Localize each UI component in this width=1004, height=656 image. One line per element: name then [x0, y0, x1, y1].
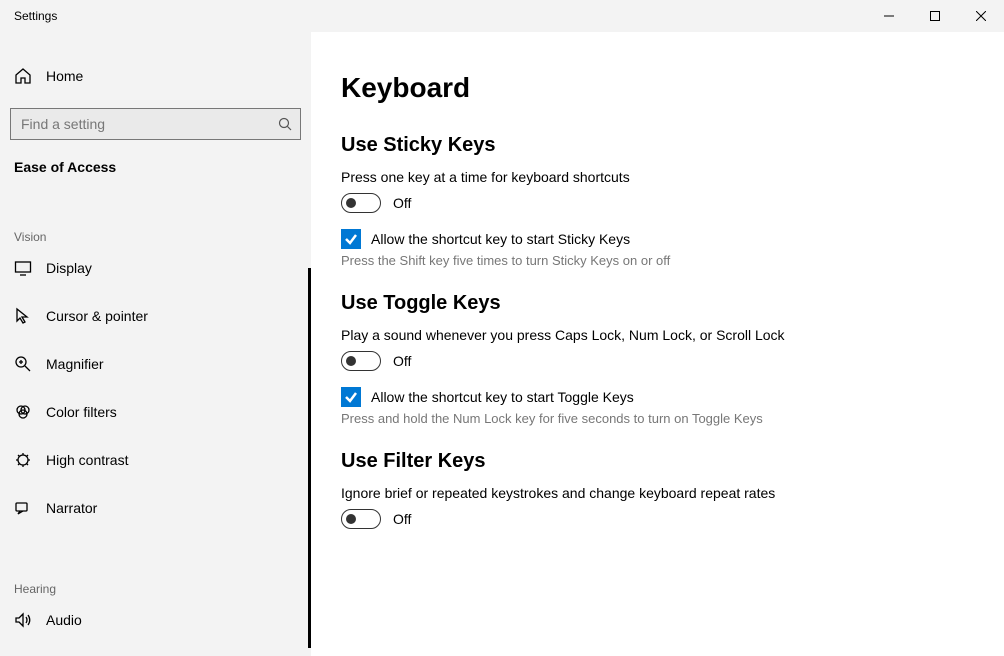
toggle-switch[interactable] [341, 351, 381, 371]
minimize-button[interactable] [866, 0, 912, 32]
section-desc: Press one key at a time for keyboard sho… [341, 169, 841, 185]
section-desc: Ignore brief or repeated keystrokes and … [341, 485, 841, 501]
group-label-vision: Vision [0, 208, 311, 244]
nav-list: Vision Display Cursor & pointer Magnifie… [0, 180, 311, 644]
toggle-toggle-keys[interactable]: Off [341, 351, 1004, 371]
sidebar-item-audio[interactable]: Audio [0, 596, 311, 644]
checkbox-hint: Press the Shift key five times to turn S… [341, 253, 781, 268]
sidebar-item-cursor[interactable]: Cursor & pointer [0, 292, 311, 340]
maximize-icon [930, 9, 940, 24]
group-label-hearing: Hearing [0, 560, 311, 596]
sidebar-item-label: High contrast [46, 452, 128, 468]
sidebar-item-label: Color filters [46, 404, 117, 420]
home-icon [14, 67, 32, 85]
toggle-knob [346, 356, 356, 366]
section-desc: Play a sound whenever you press Caps Loc… [341, 327, 841, 343]
sidebar-item-color-filters[interactable]: Color filters [0, 388, 311, 436]
sidebar-home-label: Home [46, 68, 83, 84]
search-icon [278, 109, 292, 139]
sidebar: Home Ease of Access Vision Display Curso… [0, 32, 311, 656]
search-input[interactable] [21, 116, 266, 132]
checkbox-label: Allow the shortcut key to start Toggle K… [371, 389, 634, 405]
window-title: Settings [14, 9, 866, 23]
sidebar-item-high-contrast[interactable]: High contrast [0, 436, 311, 484]
maximize-button[interactable] [912, 0, 958, 32]
checkbox-label: Allow the shortcut key to start Sticky K… [371, 231, 630, 247]
sidebar-home[interactable]: Home [0, 56, 311, 96]
checkbox-icon [341, 387, 361, 407]
category-header: Ease of Access [0, 140, 311, 180]
search-box[interactable] [10, 108, 301, 140]
toggle-state-label: Off [393, 353, 411, 369]
page-title: Keyboard [341, 72, 1004, 104]
sidebar-item-label: Display [46, 260, 92, 276]
checkbox-hint: Press and hold the Num Lock key for five… [341, 411, 781, 426]
close-button[interactable] [958, 0, 1004, 32]
content-area: Keyboard Use Sticky Keys Press one key a… [311, 32, 1004, 656]
narrator-icon [14, 499, 32, 517]
toggle-state-label: Off [393, 511, 411, 527]
sidebar-item-label: Magnifier [46, 356, 104, 372]
checkbox-sticky-shortcut[interactable]: Allow the shortcut key to start Sticky K… [341, 229, 1004, 249]
color-filters-icon [14, 403, 32, 421]
sidebar-item-display[interactable]: Display [0, 244, 311, 292]
sidebar-item-label: Narrator [46, 500, 97, 516]
toggle-filter-keys[interactable]: Off [341, 509, 1004, 529]
titlebar: Settings [0, 0, 1004, 32]
checkbox-toggle-shortcut[interactable]: Allow the shortcut key to start Toggle K… [341, 387, 1004, 407]
close-icon [976, 9, 986, 24]
minimize-icon [884, 9, 894, 24]
sidebar-item-label: Audio [46, 612, 82, 628]
sidebar-item-label: Cursor & pointer [46, 308, 148, 324]
toggle-state-label: Off [393, 195, 411, 211]
nav-indicator [308, 268, 311, 648]
toggle-switch[interactable] [341, 509, 381, 529]
high-contrast-icon [14, 451, 32, 469]
search-wrap [10, 108, 301, 140]
toggle-sticky-keys[interactable]: Off [341, 193, 1004, 213]
toggle-knob [346, 514, 356, 524]
display-icon [14, 259, 32, 277]
toggle-knob [346, 198, 356, 208]
app-body: Home Ease of Access Vision Display Curso… [0, 32, 1004, 656]
audio-icon [14, 611, 32, 629]
cursor-icon [14, 307, 32, 325]
sidebar-item-magnifier[interactable]: Magnifier [0, 340, 311, 388]
section-title-toggle-keys: Use Toggle Keys [341, 292, 1004, 315]
section-title-filter-keys: Use Filter Keys [341, 450, 1004, 473]
magnifier-icon [14, 355, 32, 373]
checkbox-icon [341, 229, 361, 249]
sidebar-item-narrator[interactable]: Narrator [0, 484, 311, 532]
toggle-switch[interactable] [341, 193, 381, 213]
section-title-sticky-keys: Use Sticky Keys [341, 134, 1004, 157]
